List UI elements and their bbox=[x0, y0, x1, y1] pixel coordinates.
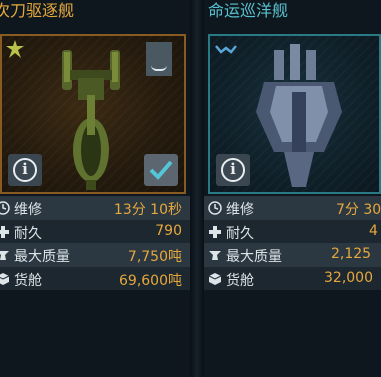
stat-label: 维修 bbox=[226, 202, 254, 218]
stat-value: 2,125 bbox=[331, 246, 372, 262]
stat-row-cargo: 货舱 32,000 bbox=[204, 266, 381, 290]
cargo-icon bbox=[0, 272, 10, 285]
stat-value: 4 bbox=[369, 222, 378, 239]
cargo-icon bbox=[208, 272, 222, 285]
stat-label: 耐久 bbox=[14, 225, 42, 242]
stat-label: 货舱 bbox=[14, 272, 42, 289]
ship-card-cruiser[interactable]: 命运巡洋舰 i 维修 7分 30 耐久 4 最大质量 2,125 货舱 32,0… bbox=[204, 0, 381, 377]
star-burst-icon bbox=[6, 40, 24, 58]
ship-preview[interactable]: i bbox=[0, 34, 186, 194]
info-icon: i bbox=[230, 160, 236, 178]
stat-label: 货舱 bbox=[226, 272, 254, 289]
stat-value: 13分 10秒 bbox=[113, 202, 182, 218]
stat-row-max-mass: 最大质量 2,125 bbox=[204, 243, 381, 267]
stat-label: 维修 bbox=[14, 202, 42, 218]
stat-value: 7分 30 bbox=[336, 202, 381, 218]
ship-title: 次刀驱逐舰 bbox=[0, 1, 75, 20]
stat-value: 32,000 bbox=[324, 269, 373, 286]
stat-value: 69,600吨 bbox=[119, 272, 182, 289]
stat-value: 7,750吨 bbox=[127, 249, 182, 265]
ship-card-destroyer[interactable]: 次刀驱逐舰 i 维修 13分 10秒 耐久 790 最大质量 7,750吨 货舱… bbox=[0, 0, 190, 377]
stats-table: 维修 13分 10秒 耐久 790 最大质量 7,750吨 货舱 69,600吨 bbox=[0, 196, 190, 290]
info-button[interactable]: i bbox=[216, 154, 250, 186]
info-button[interactable]: i bbox=[8, 154, 42, 186]
stats-table: 维修 7分 30 耐久 4 最大质量 2,125 货舱 32,000 bbox=[204, 196, 381, 290]
anvil-icon bbox=[0, 251, 9, 260]
checkmark-icon bbox=[149, 160, 173, 180]
select-button[interactable] bbox=[144, 154, 178, 186]
stat-row-repair: 维修 13分 10秒 bbox=[0, 196, 190, 220]
clock-icon bbox=[208, 201, 222, 215]
plus-icon bbox=[209, 225, 221, 238]
ship-preview[interactable]: i bbox=[208, 34, 381, 194]
stat-row-max-mass: 最大质量 7,750吨 bbox=[0, 243, 190, 267]
stat-value: 790 bbox=[155, 222, 182, 239]
cruiser-ship-image bbox=[256, 44, 342, 187]
stat-row-cargo: 货舱 69,600吨 bbox=[0, 266, 190, 290]
wings-icon bbox=[215, 45, 237, 54]
stat-row-durability: 耐久 4 bbox=[204, 219, 381, 243]
bookmark-icon[interactable] bbox=[146, 42, 172, 76]
stat-label: 最大质量 bbox=[14, 249, 70, 265]
stat-row-repair: 维修 7分 30 bbox=[204, 196, 381, 220]
card-divider bbox=[190, 0, 204, 377]
plus-icon bbox=[0, 225, 9, 238]
stat-label: 最大质量 bbox=[226, 249, 282, 265]
destroyer-ship-image bbox=[62, 50, 120, 190]
anvil-icon bbox=[209, 251, 221, 260]
ship-title: 命运巡洋舰 bbox=[208, 1, 289, 20]
stat-label: 耐久 bbox=[226, 225, 254, 242]
clock-icon bbox=[0, 201, 10, 215]
stat-row-durability: 耐久 790 bbox=[0, 219, 190, 243]
info-icon: i bbox=[22, 160, 28, 178]
